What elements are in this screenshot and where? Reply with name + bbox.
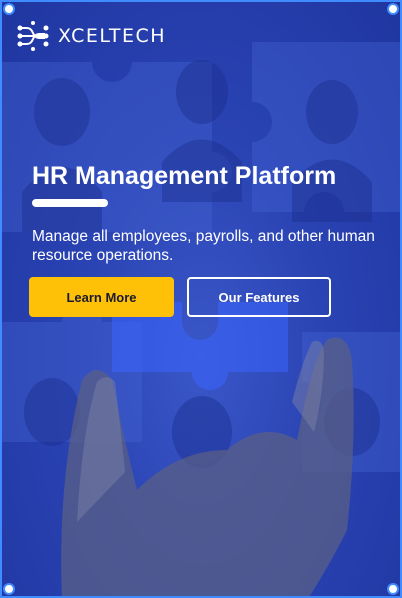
hero-title: HR Management Platform (32, 162, 337, 190)
brand-name: XCELTECH (58, 25, 167, 47)
learn-more-button[interactable]: Learn More (29, 277, 174, 317)
resize-handle-top-left[interactable] (3, 3, 15, 15)
hero-banner: XCELTECH HR Management Platform Manage a… (0, 0, 402, 598)
brand-logo[interactable]: XCELTECH (16, 19, 166, 53)
resize-handle-bottom-left[interactable] (3, 583, 15, 595)
circuit-icon (17, 21, 49, 51)
resize-handle-bottom-right[interactable] (387, 583, 399, 595)
our-features-button[interactable]: Our Features (187, 277, 331, 317)
title-underline (32, 199, 108, 207)
hero-description: Manage all employees, payrolls, and othe… (32, 228, 375, 264)
resize-handle-top-right[interactable] (387, 3, 399, 15)
